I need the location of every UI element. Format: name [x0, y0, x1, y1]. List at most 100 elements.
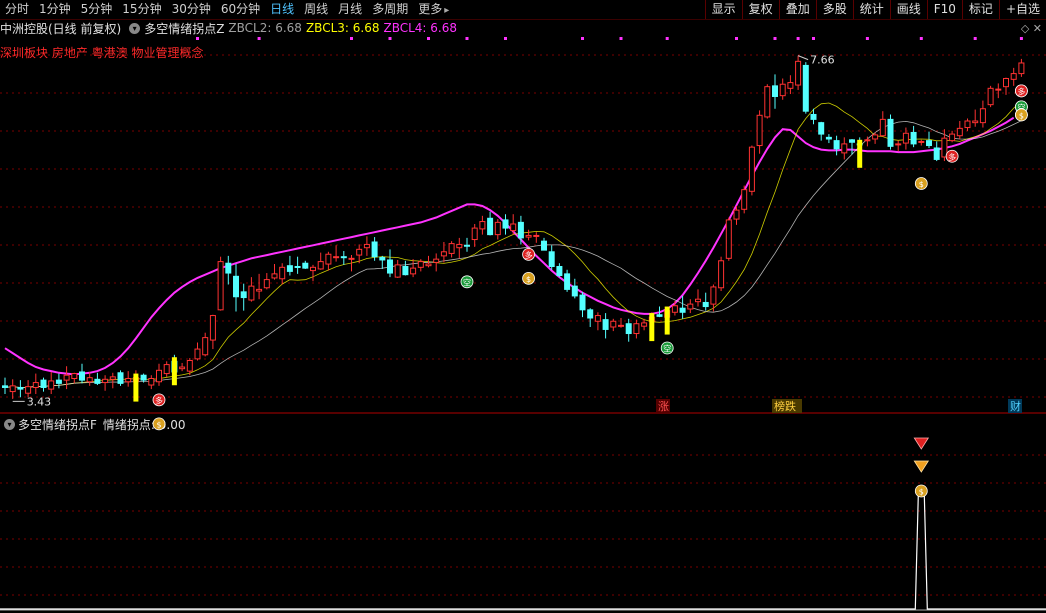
- candle-up: [533, 234, 540, 237]
- signal-bar: [133, 373, 139, 402]
- top-marker-dot: [865, 37, 869, 40]
- duo-signal-icon-label: 多: [155, 395, 163, 405]
- tag-cai-text: 财: [1010, 399, 1021, 413]
- candle-up: [741, 189, 748, 210]
- top-marker-dot: [350, 37, 353, 40]
- candle-down: [140, 374, 147, 381]
- candle-up: [263, 279, 270, 289]
- magenta-ma-line: [4, 116, 1015, 376]
- candle-down: [772, 85, 778, 97]
- candle-up: [987, 87, 994, 106]
- high-price-label: 7.66: [810, 54, 835, 67]
- candle-down: [833, 140, 840, 150]
- candle-up: [125, 377, 132, 383]
- candle-down: [810, 113, 817, 120]
- candle-up: [202, 337, 209, 356]
- candle-up: [864, 139, 871, 142]
- duo-signal-icon-label: 多: [948, 152, 956, 162]
- top-marker-dot: [504, 37, 507, 40]
- candle-up: [417, 261, 424, 268]
- candle-down: [579, 294, 586, 311]
- yellow-ma-line: [4, 100, 1022, 388]
- candle-up: [179, 366, 186, 370]
- kong-signal-icon-label: 空: [663, 344, 671, 354]
- candle-up: [764, 86, 771, 118]
- candle-up: [895, 143, 902, 146]
- candle-up: [956, 127, 963, 137]
- candlestick-chart[interactable]: 7.663.43多多多多多空空空空$$$$$涨榜跌财$: [0, 0, 1046, 613]
- candle-down: [825, 136, 832, 140]
- candle-up: [448, 243, 455, 254]
- candle-up: [440, 251, 447, 257]
- top-marker-dot: [619, 37, 623, 40]
- candle-up: [325, 253, 332, 265]
- candle-down: [17, 386, 24, 390]
- candle-down: [656, 314, 663, 317]
- candle-down: [887, 118, 894, 147]
- candle-up: [687, 303, 694, 310]
- candle-up: [748, 146, 755, 192]
- candle-down: [541, 240, 547, 251]
- candle-down: [625, 323, 632, 335]
- candle-down: [556, 266, 563, 276]
- candle-up: [733, 209, 740, 220]
- candle-down: [294, 266, 301, 269]
- candle-down: [40, 379, 47, 388]
- candle-up: [86, 377, 93, 383]
- candle-down: [55, 379, 62, 384]
- candle-down: [818, 122, 825, 135]
- top-marker-dot: [581, 37, 584, 40]
- top-marker-dot: [1019, 37, 1023, 40]
- candle-up: [348, 257, 355, 260]
- candle-up: [102, 378, 109, 384]
- candle-up: [695, 298, 701, 303]
- candle-up: [156, 369, 162, 383]
- candle-up: [363, 243, 370, 249]
- tag-bangdie-text: 榜跌: [774, 399, 796, 413]
- candle-up: [841, 143, 848, 154]
- signal-bar: [664, 306, 670, 335]
- candle-up: [633, 323, 640, 335]
- candle-up: [148, 377, 155, 386]
- candle-down: [910, 131, 917, 145]
- candle-up: [410, 267, 417, 275]
- kong-signal-icon-label: 空: [463, 277, 471, 287]
- candle-up: [186, 360, 193, 372]
- candle-up: [256, 288, 263, 292]
- candle-down: [240, 291, 247, 299]
- candle-up: [594, 315, 601, 322]
- candle-up: [756, 114, 763, 147]
- money-bag-icon-label: $: [1019, 111, 1024, 120]
- candle-up: [787, 82, 794, 89]
- candle-down: [849, 139, 855, 143]
- candle-up: [25, 386, 32, 394]
- candle-down: [286, 265, 293, 272]
- candle-up: [1010, 73, 1017, 80]
- high-pointer: [797, 55, 809, 61]
- candle-up: [872, 134, 879, 140]
- candle-down: [587, 309, 594, 319]
- candle-up: [333, 256, 340, 259]
- candle-up: [995, 88, 1002, 91]
- candle-up: [902, 132, 909, 144]
- top-marker-dot: [665, 37, 669, 40]
- top-marker-dot: [196, 37, 199, 40]
- candle-down: [402, 266, 409, 276]
- candle-down: [571, 285, 578, 297]
- candle-up: [641, 322, 648, 327]
- candle-down: [487, 217, 494, 236]
- duo-signal-icon-label: 多: [1017, 86, 1025, 96]
- candle-up: [310, 266, 316, 272]
- top-marker-dot: [812, 37, 815, 40]
- top-marker-dot: [796, 37, 800, 40]
- candle-up: [972, 120, 979, 124]
- money-bag-icon-label: $: [919, 180, 924, 189]
- candle-up: [618, 324, 624, 327]
- candle-up: [48, 380, 55, 390]
- candle-up: [9, 385, 16, 393]
- top-marker-dot: [465, 37, 469, 40]
- candle-up: [1003, 78, 1009, 88]
- candle-up: [71, 373, 78, 379]
- low-price-label: 3.43: [27, 395, 52, 408]
- candle-down: [926, 140, 932, 147]
